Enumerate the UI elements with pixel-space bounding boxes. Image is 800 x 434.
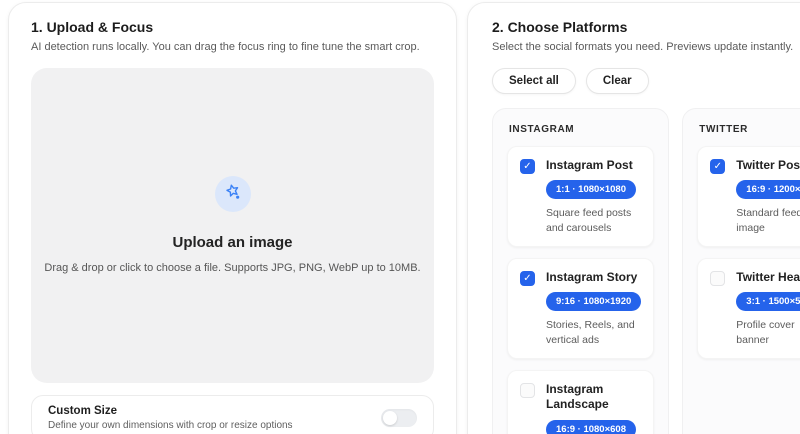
upload-panel-title: 1. Upload & Focus: [31, 19, 434, 35]
format-checkbox[interactable]: ✓: [520, 271, 535, 286]
sparkle-star-icon: [223, 182, 243, 207]
format-description: Profile cover banner: [736, 318, 800, 346]
format-badge: 3:1 · 1500×500: [736, 292, 800, 311]
format-badge: 16:9 · 1080×608: [546, 420, 636, 434]
upload-icon-circle: [215, 176, 251, 212]
platform-section: TWITTER ✓ Twitter Post 16:9 · 1200×675 S…: [682, 108, 800, 434]
format-content: Instagram Story 9:16 · 1080×1920 Stories…: [546, 270, 641, 347]
format-label: Instagram Post: [546, 158, 641, 174]
format-item[interactable]: Twitter Header 3:1 · 1500×500 Profile co…: [697, 258, 800, 359]
custom-size-title: Custom Size: [48, 405, 293, 417]
format-content: Instagram Landscape 16:9 · 1080×608 Hori…: [546, 382, 641, 434]
format-item[interactable]: ✓ Twitter Post 16:9 · 1200×675 Standard …: [697, 146, 800, 247]
format-item[interactable]: ✓ Instagram Post 1:1 · 1080×1080 Square …: [507, 146, 654, 247]
upload-panel-subtitle: AI detection runs locally. You can drag …: [31, 40, 434, 55]
custom-size-description: Define your own dimensions with crop or …: [48, 420, 293, 431]
platform-actions: Select all Clear: [492, 68, 800, 94]
dropzone-title: Upload an image: [172, 234, 292, 251]
format-badge: 9:16 · 1080×1920: [546, 292, 641, 311]
format-label: Instagram Story: [546, 270, 641, 286]
select-all-button[interactable]: Select all: [492, 68, 576, 94]
format-description: Square feed posts and carousels: [546, 206, 641, 234]
format-checkbox[interactable]: [710, 271, 725, 286]
platform-section-title: TWITTER: [699, 124, 800, 135]
format-content: Twitter Post 16:9 · 1200×675 Standard fe…: [736, 158, 800, 235]
clear-button[interactable]: Clear: [586, 68, 649, 94]
format-item[interactable]: Instagram Landscape 16:9 · 1080×608 Hori…: [507, 370, 654, 434]
platforms-panel-subtitle: Select the social formats you need. Prev…: [492, 40, 800, 55]
format-checkbox[interactable]: ✓: [710, 159, 725, 174]
dropzone-hint: Drag & drop or click to choose a file. S…: [34, 262, 430, 274]
format-item[interactable]: ✓ Instagram Story 9:16 · 1080×1920 Stori…: [507, 258, 654, 359]
toggle-knob: [383, 411, 397, 425]
custom-size-row: Custom Size Define your own dimensions w…: [31, 395, 434, 434]
format-label: Twitter Post: [736, 158, 800, 174]
platform-section-title: INSTAGRAM: [509, 124, 654, 135]
choose-platforms-panel: 2. Choose Platforms Select the social fo…: [467, 2, 800, 434]
format-checkbox[interactable]: ✓: [520, 159, 535, 174]
custom-size-text: Custom Size Define your own dimensions w…: [48, 405, 293, 431]
format-label: Instagram Landscape: [546, 382, 641, 413]
custom-size-toggle[interactable]: [381, 409, 417, 427]
platform-item-list: ✓ Instagram Post 1:1 · 1080×1080 Square …: [507, 146, 654, 434]
platforms-panel-title: 2. Choose Platforms: [492, 19, 800, 35]
platform-section: INSTAGRAM ✓ Instagram Post 1:1 · 1080×10…: [492, 108, 669, 434]
format-content: Twitter Header 3:1 · 1500×500 Profile co…: [736, 270, 800, 347]
format-description: Stories, Reels, and vertical ads: [546, 318, 641, 346]
upload-focus-panel: 1. Upload & Focus AI detection runs loca…: [8, 2, 457, 434]
format-content: Instagram Post 1:1 · 1080×1080 Square fe…: [546, 158, 641, 235]
platform-item-list: ✓ Twitter Post 16:9 · 1200×675 Standard …: [697, 146, 800, 359]
format-description: Standard feed image: [736, 206, 800, 234]
format-badge: 1:1 · 1080×1080: [546, 180, 636, 199]
format-badge: 16:9 · 1200×675: [736, 180, 800, 199]
format-label: Twitter Header: [736, 270, 800, 286]
format-checkbox[interactable]: [520, 383, 535, 398]
upload-dropzone[interactable]: Upload an image Drag & drop or click to …: [31, 68, 434, 383]
platform-grid: INSTAGRAM ✓ Instagram Post 1:1 · 1080×10…: [492, 108, 800, 434]
